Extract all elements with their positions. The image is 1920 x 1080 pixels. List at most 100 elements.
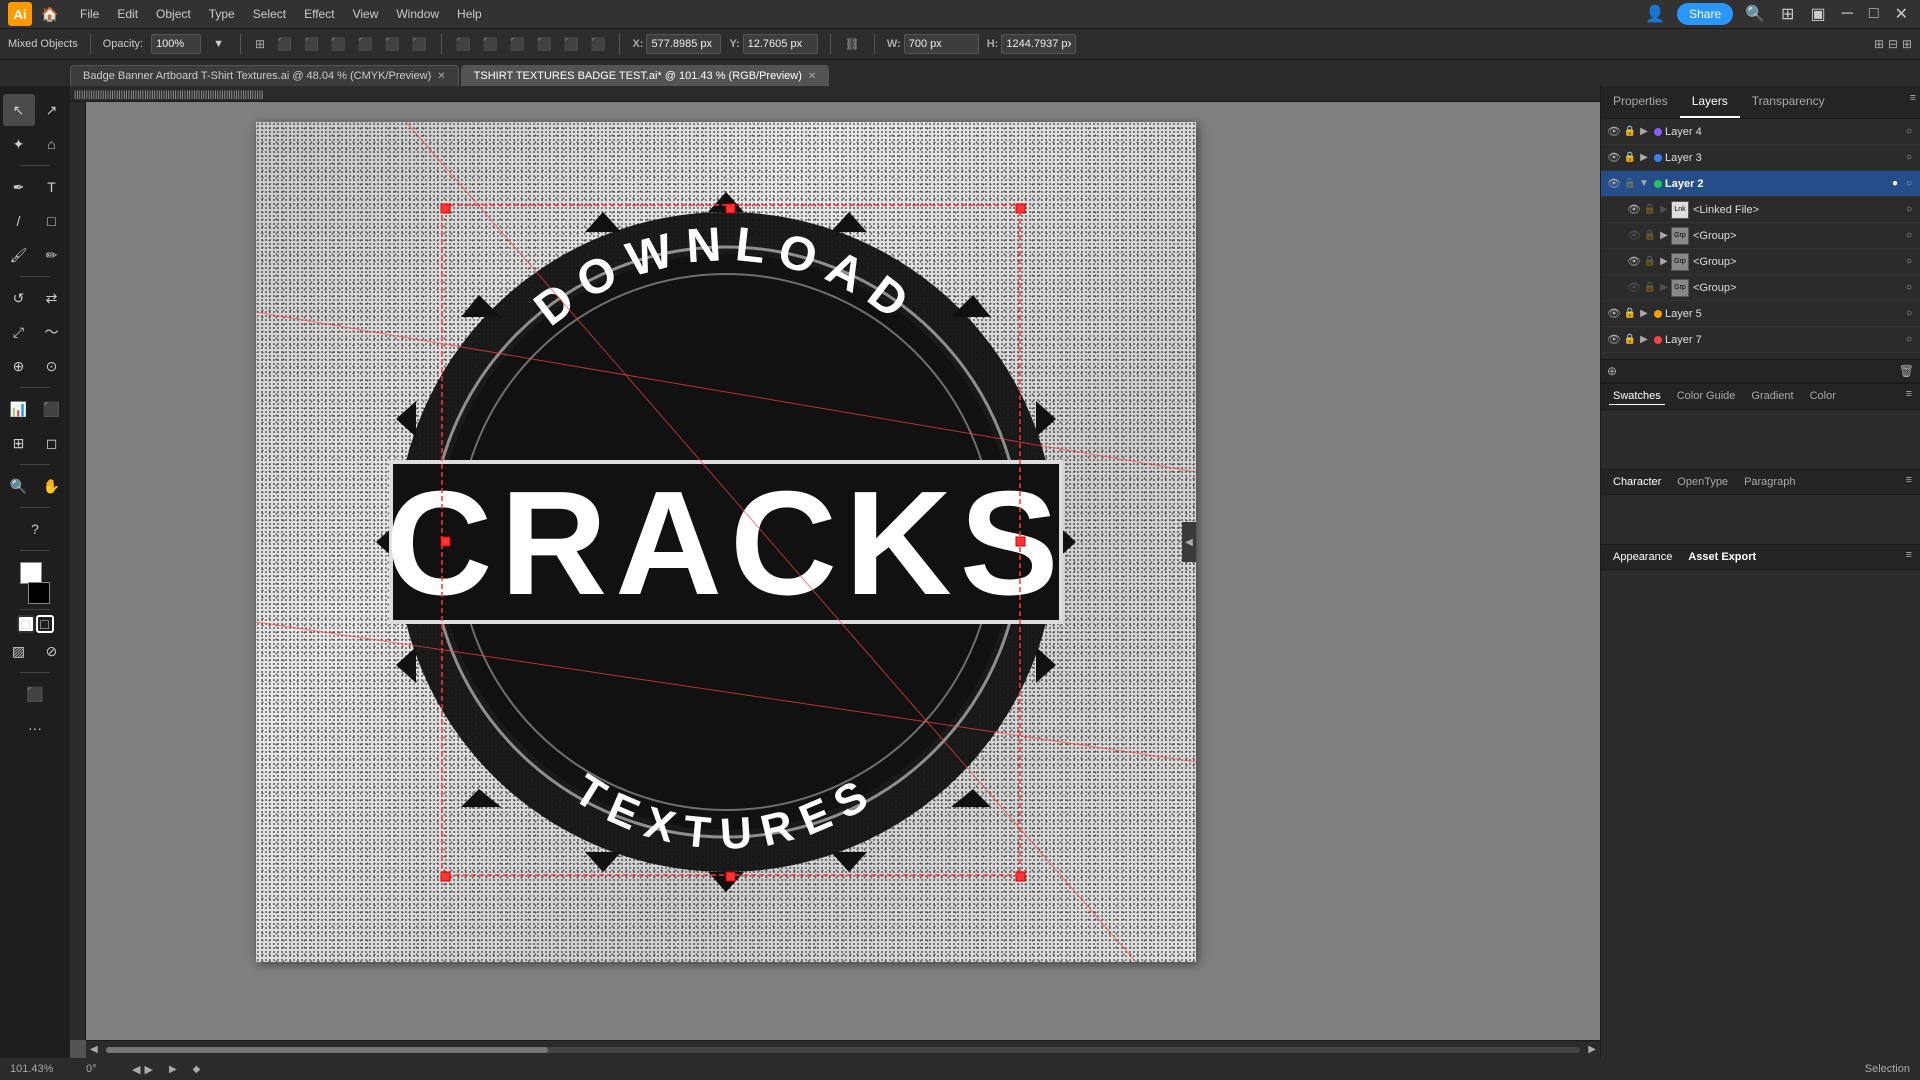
w-input[interactable] <box>904 34 979 54</box>
graph-tool[interactable]: 📊 <box>3 393 35 425</box>
select-tool[interactable]: ↖ <box>3 94 35 126</box>
question-tool[interactable]: ? <box>19 513 51 545</box>
new-layer-btn[interactable]: ⊕ <box>1607 364 1617 378</box>
layer-item-2[interactable]: 👁 🔒 ▼ Layer 2 ● ○ <box>1601 171 1920 197</box>
align-bottom-icon[interactable]: ⬛ <box>410 35 429 53</box>
align-center-h-icon[interactable]: ⬛ <box>302 35 321 53</box>
tab-0-close[interactable]: ✕ <box>437 71 445 82</box>
pen-tool[interactable]: ✒ <box>3 171 35 203</box>
zoom-tool[interactable]: 🔍 <box>3 470 35 502</box>
layer-5-expand[interactable]: ▶ <box>1637 308 1651 319</box>
nav-prev-btn[interactable]: ◀ <box>132 1063 140 1076</box>
layer-5-vis[interactable]: 👁 <box>1605 307 1623 320</box>
scroll-right-btn[interactable]: ▶ <box>1588 1044 1596 1055</box>
layer-4-lock[interactable]: 🔒 <box>1623 126 1637 137</box>
linked-file-lock[interactable]: 🔒 <box>1643 204 1657 215</box>
distribute-space-v-icon[interactable]: ⬛ <box>589 35 608 53</box>
align-middle-icon[interactable]: ⬛ <box>383 35 402 53</box>
x-input[interactable] <box>646 34 721 54</box>
group2-vis[interactable]: 👁 <box>1625 255 1643 268</box>
none-box[interactable]: ⊘ <box>36 635 68 667</box>
menu-type[interactable]: Type <box>201 3 243 25</box>
distribute-h-icon[interactable]: ⬛ <box>454 35 473 53</box>
lasso-tool[interactable]: ⌂ <box>36 128 68 160</box>
chain-icon[interactable]: ⛓ <box>843 35 862 53</box>
nav-icon[interactable]: ◆ <box>193 1064 201 1075</box>
distribute-center-v-icon[interactable]: ⬛ <box>535 35 554 53</box>
linked-file-expand[interactable]: ▶ <box>1657 204 1671 215</box>
gradient-box[interactable]: ▨ <box>3 635 35 667</box>
tab-asset-export[interactable]: Asset Export <box>1684 549 1760 565</box>
menu-help[interactable]: Help <box>449 3 490 25</box>
group2-lock[interactable]: 🔒 <box>1643 256 1657 267</box>
search-icon[interactable]: 🔍 <box>1741 2 1769 26</box>
paintbrush-tool[interactable]: 🖌 <box>3 239 35 271</box>
tab-color[interactable]: Color <box>1806 388 1840 405</box>
more-tools[interactable]: ··· <box>19 712 51 744</box>
group2-vis-right[interactable]: ○ <box>1902 256 1916 267</box>
y-input[interactable] <box>743 34 818 54</box>
eraser-tool[interactable]: ◻ <box>36 427 68 459</box>
tab-character[interactable]: Character <box>1609 474 1665 490</box>
data-tool[interactable]: ⬛ <box>36 393 68 425</box>
group1-vis[interactable]: 👁 <box>1625 229 1643 242</box>
foreground-color[interactable] <box>20 562 42 584</box>
canvas-viewport[interactable]: CRACKS DOWNLOAD TEXTURES <box>86 102 1600 1040</box>
width-tool[interactable]: ⊕ <box>3 350 35 382</box>
scale-tool[interactable]: ⤢ <box>3 316 35 348</box>
distribute-v-icon[interactable]: ⬛ <box>481 35 500 53</box>
layer-7-vis-right[interactable]: ○ <box>1902 334 1916 345</box>
layer-item-5[interactable]: 👁 🔒 ▶ Layer 5 ○ <box>1601 301 1920 327</box>
fill-box[interactable]: □ <box>17 615 35 633</box>
menu-select[interactable]: Select <box>245 3 294 25</box>
character-menu-icon[interactable]: ≡ <box>1906 474 1912 490</box>
group3-vis[interactable]: 👁 <box>1625 281 1643 294</box>
scroll-thumb-h[interactable] <box>106 1047 548 1053</box>
artboards-tool[interactable]: ⬛ <box>19 678 51 710</box>
pencil-tool[interactable]: ✏ <box>36 239 68 271</box>
layer-item-7[interactable]: 👁 🔒 ▶ Layer 7 ○ <box>1601 327 1920 353</box>
group3-expand[interactable]: ▶ <box>1657 282 1671 293</box>
tab-swatches[interactable]: Swatches <box>1609 388 1665 405</box>
canvas-area[interactable]: ||||||||||||||||||||||||||||||||||||||||… <box>70 86 1600 1058</box>
grid-icon[interactable]: ⊞ <box>253 35 267 53</box>
slice-tool[interactable]: ⊞ <box>3 427 35 459</box>
layer-2-expand[interactable]: ▼ <box>1637 178 1651 189</box>
canvas-scrollbar[interactable]: ◀ ▶ <box>86 1040 1600 1058</box>
tab-color-guide[interactable]: Color Guide <box>1673 388 1740 405</box>
direct-select-tool[interactable]: ↗ <box>36 94 68 126</box>
align-right-icon[interactable]: ⬛ <box>329 35 348 53</box>
tab-1-close[interactable]: ✕ <box>808 71 816 82</box>
layer-item-4[interactable]: 👁 🔒 ▶ Layer 4 ○ <box>1601 119 1920 145</box>
opacity-dropdown[interactable]: ▼ <box>209 36 228 52</box>
tab-gradient[interactable]: Gradient <box>1747 388 1797 405</box>
layer-7-lock[interactable]: 🔒 <box>1623 334 1637 345</box>
tab-layers[interactable]: Layers <box>1680 86 1740 118</box>
line-tool[interactable]: / <box>3 205 35 237</box>
arrange-icon[interactable]: ▣ <box>1806 2 1829 26</box>
type-tool[interactable]: T <box>36 171 68 203</box>
layer-item-group-2[interactable]: 👁 🔒 ▶ Grp <Group> ○ <box>1601 249 1920 275</box>
delete-layer-btn[interactable]: 🗑 <box>1899 364 1914 378</box>
tab-appearance[interactable]: Appearance <box>1609 549 1676 565</box>
layer-4-vis[interactable]: 👁 <box>1605 125 1623 138</box>
menu-edit[interactable]: Edit <box>109 3 146 25</box>
tab-0[interactable]: Badge Banner Artboard T-Shirt Textures.a… <box>70 65 459 86</box>
group1-lock[interactable]: 🔒 <box>1643 230 1657 241</box>
menu-effect[interactable]: Effect <box>296 3 342 25</box>
dock-icon[interactable]: ⊟ <box>1888 37 1898 51</box>
tab-paragraph[interactable]: Paragraph <box>1740 474 1799 490</box>
background-color[interactable] <box>28 582 50 604</box>
minimize-icon[interactable]: ─ <box>1838 3 1857 25</box>
swatches-menu-icon[interactable]: ≡ <box>1906 388 1912 405</box>
magic-wand-tool[interactable]: ✦ <box>3 128 35 160</box>
warp-tool[interactable]: 〜 <box>36 316 68 348</box>
layer-item-group-3[interactable]: 👁 🔒 ▶ Grp <Group> ○ <box>1601 275 1920 301</box>
linked-file-vis-right[interactable]: ○ <box>1902 204 1916 215</box>
layer-5-vis-right[interactable]: ○ <box>1902 308 1916 319</box>
appearance-menu-icon[interactable]: ≡ <box>1906 549 1912 565</box>
maximize-icon[interactable]: □ <box>1865 3 1883 25</box>
layer-item-3[interactable]: 👁 🔒 ▶ Layer 3 ○ <box>1601 145 1920 171</box>
opacity-input[interactable] <box>151 34 201 54</box>
rotate-tool[interactable]: ↺ <box>3 282 35 314</box>
